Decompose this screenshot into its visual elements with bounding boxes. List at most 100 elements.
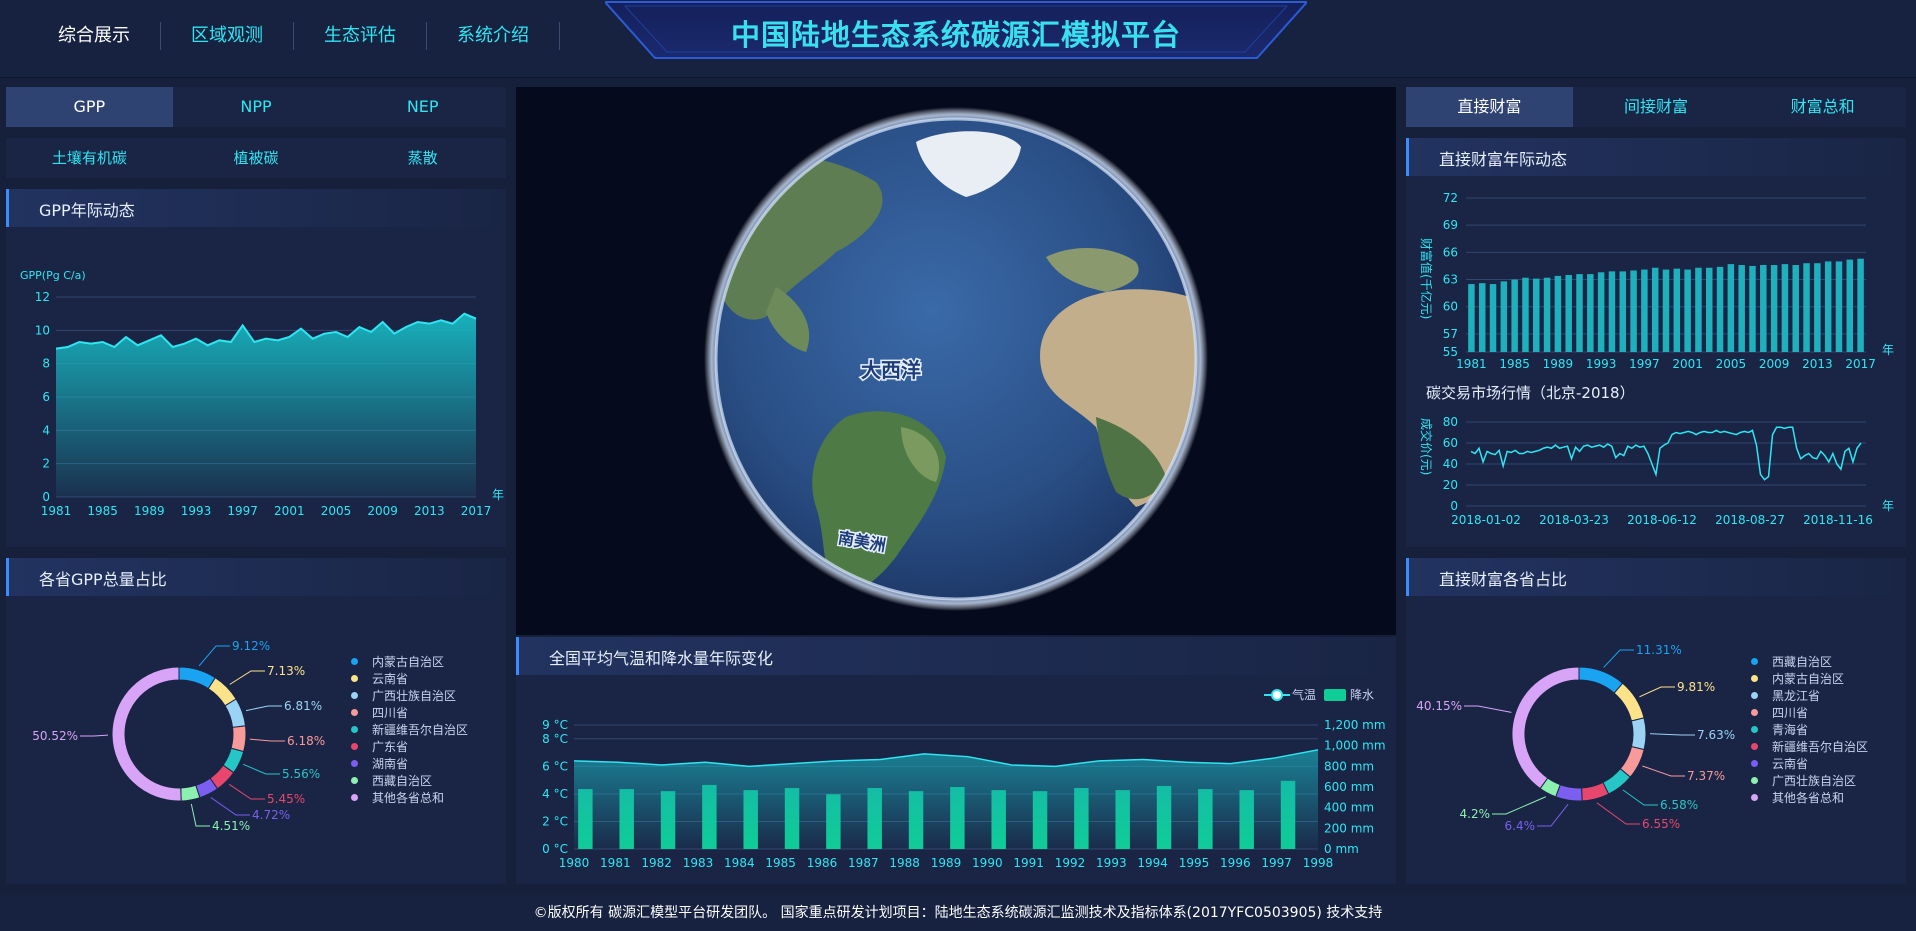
- tab-evapotranspiration[interactable]: 蒸散: [339, 138, 506, 178]
- tab-indirect-wealth[interactable]: 间接财富: [1573, 87, 1740, 127]
- tab-npp[interactable]: NPP: [173, 87, 340, 127]
- market-y-tick: 0: [1450, 499, 1458, 513]
- wealth-bar: [1738, 265, 1745, 352]
- wealth-bar: [1706, 267, 1713, 352]
- nav-system-intro[interactable]: 系统介绍: [427, 22, 560, 50]
- climate-y-right-tick: 1,000 mm: [1324, 739, 1386, 753]
- market-y-tick: 20: [1443, 478, 1458, 492]
- climate-x-tick: 1989: [931, 856, 962, 870]
- legend-item[interactable]: 新疆维吾尔自治区: [351, 722, 468, 739]
- tab-vegetation-carbon[interactable]: 植被碳: [173, 138, 340, 178]
- legend-item[interactable]: 青海省: [1751, 722, 1868, 739]
- legend-item[interactable]: 四川省: [1751, 705, 1868, 722]
- climate-x-tick: 1996: [1220, 856, 1251, 870]
- pie-label-line: [1622, 789, 1658, 806]
- gpp-panel: GPP年际动态 GPP(Pg C/a) 0 2 4 6 8 10 12 1981 1985 1989…: [6, 189, 506, 547]
- climate-x-tick: 1984: [724, 856, 755, 870]
- legend-label: 内蒙古自治区: [1772, 672, 1845, 686]
- wealth-bar: [1684, 269, 1691, 352]
- pie-label-line: [1596, 802, 1640, 825]
- wealth-bar: [1500, 281, 1508, 352]
- climate-x-tick: 1995: [1179, 856, 1210, 870]
- market-x-tick: 2018-01-02: [1451, 513, 1521, 527]
- tab-total-wealth[interactable]: 财富总和: [1739, 87, 1906, 127]
- wealth-bar: [1803, 263, 1810, 352]
- climate-y-right-tick: 200 mm: [1324, 821, 1374, 835]
- wealth-pie-chart: 11.31% 9.81% 7.63% 7.37% 6.58% 6.55% 6.4% 4.2% 4…: [1416, 643, 1735, 833]
- tab-gpp[interactable]: GPP: [6, 87, 173, 127]
- legend-item[interactable]: 黑龙江省: [1751, 688, 1868, 705]
- globe-label-atlantic: 大西洋: [861, 358, 921, 382]
- pie-label-line: [190, 803, 210, 827]
- gpp-y-tick: 4: [42, 423, 50, 437]
- climate-x-tick: 1985: [765, 856, 796, 870]
- nav-region[interactable]: 区域观测: [161, 22, 294, 50]
- gpp-x-tick: 2017: [461, 504, 492, 518]
- gpp-pie-legend: 内蒙古自治区 云南省 广西壮族自治区四川省 新疆维吾尔自治区 广东省 湖南省 西藏自治区其他…: [351, 654, 468, 807]
- legend-item[interactable]: 广西壮族自治区: [351, 688, 468, 705]
- footer: ©版权所有 碳源汇模型平台研发团队。 国家重点研发计划项目：陆地生态系统碳源汇监…: [0, 895, 1916, 931]
- climate-x-tick: 1986: [807, 856, 838, 870]
- legend-item[interactable]: 内蒙古自治区: [351, 654, 468, 671]
- globe[interactable]: 大西洋 南美洲: [516, 87, 1396, 635]
- wealth-bar: [1533, 278, 1540, 352]
- climate-x-tick: 1983: [683, 856, 714, 870]
- climate-y-left-tick: 2 °C: [542, 814, 568, 828]
- pie-value-label: 4.2%: [1460, 807, 1491, 821]
- legend-item[interactable]: 西藏自治区: [1751, 654, 1868, 671]
- pie-label-line: [1649, 733, 1695, 736]
- legend-item[interactable]: 云南省: [1751, 756, 1868, 773]
- globe-view[interactable]: 大西洋 南美洲: [516, 87, 1396, 635]
- legend-label: 广西壮族自治区: [372, 689, 457, 703]
- gpp-y-tick: 6: [42, 390, 50, 404]
- legend-label: 西藏自治区: [372, 774, 433, 788]
- pie-slice: [1578, 666, 1624, 694]
- market-title: 碳交易市场行情（北京-2018）: [1426, 384, 1635, 402]
- legend-item[interactable]: 西藏自治区: [351, 773, 468, 790]
- pie-label-line: [1639, 686, 1675, 698]
- tab-direct-wealth[interactable]: 直接财富: [1406, 87, 1573, 127]
- wealth-y-tick: 66: [1443, 245, 1458, 259]
- wealth-tabs: 直接财富 间接财富 财富总和: [1406, 87, 1906, 127]
- legend-item[interactable]: 云南省: [351, 671, 468, 688]
- pie-slice: [111, 666, 182, 802]
- legend-item[interactable]: 其他各省总和: [351, 790, 468, 807]
- market-x-tick: 2018-11-16: [1803, 513, 1873, 527]
- pie-label-line: [1603, 649, 1634, 668]
- legend-item[interactable]: 湖南省: [351, 756, 468, 773]
- legend-item[interactable]: 四川省: [351, 705, 468, 722]
- pie-value-label: 4.51%: [212, 819, 250, 833]
- pie-value-label: 6.81%: [284, 699, 322, 713]
- legend-item[interactable]: 新疆维吾尔自治区: [1751, 739, 1868, 756]
- pie-slice: [1581, 781, 1610, 802]
- gpp-x-unit: 年: [492, 488, 504, 502]
- pie-label-line: [1464, 705, 1512, 713]
- nav-overview[interactable]: 综合展示: [28, 22, 161, 50]
- gpp-pie-panel: 各省GPP总量占比 9.12% 7.13% 6.81% 6.18% 5.56% 5.45%…: [6, 558, 506, 884]
- legend-item[interactable]: 广西壮族自治区: [1751, 773, 1868, 790]
- climate-y-left-tick: 8 °C: [542, 732, 568, 746]
- legend-dot: [1751, 777, 1758, 784]
- pie-value-label: 7.63%: [1697, 728, 1735, 742]
- climate-y-left-tick: 0 °C: [542, 842, 568, 856]
- legend-item[interactable]: 内蒙古自治区: [1751, 671, 1868, 688]
- legend-dot: [1751, 675, 1758, 682]
- pie-label-line: [1492, 796, 1546, 815]
- legend-item[interactable]: 广东省: [351, 739, 468, 756]
- climate-y-right-tick: 0 mm: [1324, 842, 1359, 856]
- tab-soil-carbon[interactable]: 土壤有机碳: [6, 138, 173, 178]
- wealth-y-tick: 60: [1443, 300, 1458, 314]
- nav-eco-eval[interactable]: 生态评估: [294, 22, 427, 50]
- wealth-bar: [1695, 267, 1702, 352]
- pie-value-label: 6.55%: [1642, 817, 1680, 831]
- legend-label: 四川省: [1772, 706, 1809, 720]
- climate-x-tick: 1987: [848, 856, 879, 870]
- climate-y-right-tick: 600 mm: [1324, 780, 1374, 794]
- wealth-x-tick: 1981: [1456, 357, 1487, 371]
- gpp-x-tick: 2001: [274, 504, 305, 518]
- tab-nep[interactable]: NEP: [339, 87, 506, 127]
- gpp-y-tick: 8: [42, 357, 50, 371]
- legend-item[interactable]: 其他各省总和: [1751, 790, 1868, 807]
- wealth-bar: [1760, 265, 1767, 352]
- wealth-bar: [1543, 277, 1551, 352]
